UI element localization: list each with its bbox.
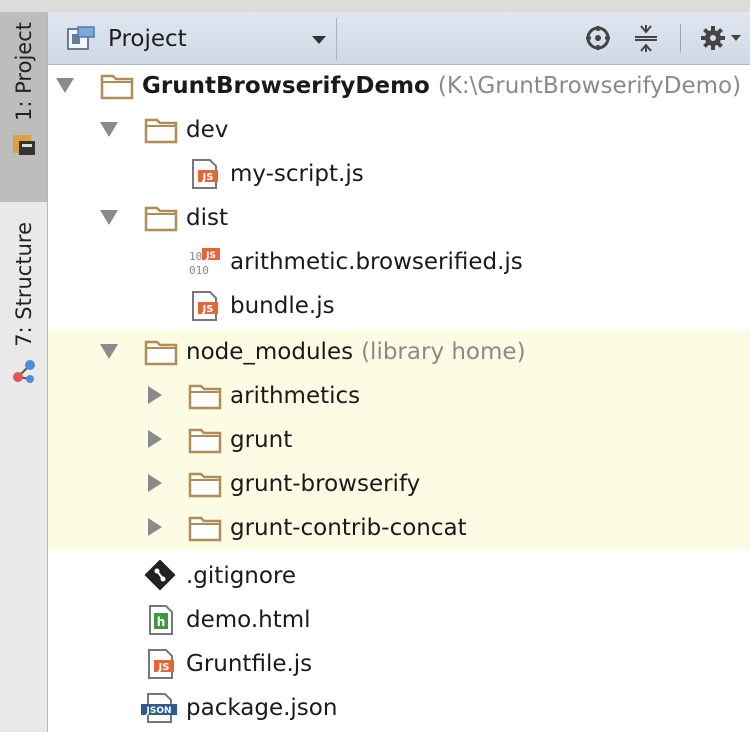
svg-text:JS: JS (202, 172, 214, 183)
tree-node-node-modules[interactable]: node_modules (library home) (48, 330, 750, 374)
view-selector[interactable]: Project (56, 18, 337, 60)
crosshair-icon (586, 26, 610, 50)
window-top-strip (0, 0, 750, 12)
js-file-icon: JS (148, 649, 174, 679)
tree-node-label: Gruntfile.js (186, 651, 313, 677)
tool-window-stripe: 1: Project 7: Structure (0, 12, 48, 732)
collapse-all-icon (635, 25, 657, 52)
tree-node-label: package.json (186, 695, 338, 721)
tree-node-label: node_modules (library home) (186, 336, 526, 368)
tree-node-package-json[interactable]: JSON package.json (48, 686, 750, 730)
folder-icon (100, 74, 134, 100)
tree-node-label: my-script.js (230, 161, 364, 187)
tree-node-label: GruntBrowserifyDemo (K:\GruntBrowserifyDe… (142, 70, 741, 102)
tree-node-label: dist (186, 205, 228, 231)
tree-node-dist[interactable]: dist (48, 196, 750, 240)
tree-node-label: arithmetic.browserified.js (230, 249, 523, 275)
expand-arrow-icon[interactable] (56, 78, 74, 93)
structure-icon (12, 359, 35, 383)
tree-node-label: grunt (230, 427, 293, 453)
tree-node-bundle[interactable]: JS bundle.js (48, 284, 750, 328)
tree-node-arithmetic-browserified[interactable]: 10 010 JS arithmetic.browserified.js (48, 240, 750, 284)
node-modules-name: node_modules (186, 339, 354, 365)
folder-icon (144, 206, 178, 232)
tree-node-demo-html[interactable]: h demo.html (48, 598, 750, 642)
collapsed-arrow-icon[interactable] (148, 430, 162, 448)
tree-node-grunt-contrib-concat[interactable]: grunt-contrib-concat (48, 506, 750, 550)
view-selector-label: Project (108, 26, 187, 52)
folder-icon (188, 384, 222, 410)
svg-text:JSON: JSON (145, 706, 171, 716)
tree-node-label: .gitignore (186, 563, 297, 589)
svg-text:JS: JS (205, 251, 216, 261)
expand-arrow-icon[interactable] (100, 122, 118, 137)
svg-text:JS: JS (158, 662, 170, 673)
svg-text:10: 10 (189, 250, 202, 263)
project-view-icon (67, 26, 95, 50)
tree-node-label: bundle.js (230, 293, 335, 319)
svg-text:010: 010 (189, 264, 209, 277)
collapse-all-button[interactable] (630, 22, 662, 54)
tree-node-grunt-browserify[interactable]: grunt-browserify (48, 462, 750, 506)
toolbar-divider (680, 24, 681, 52)
svg-text:JS: JS (202, 304, 214, 315)
json-file-icon: JSON (141, 693, 177, 723)
folder-icon (188, 516, 222, 542)
tree-node-gruntfile[interactable]: JS Gruntfile.js (48, 642, 750, 686)
settings-button[interactable] (696, 22, 744, 54)
locate-button[interactable] (582, 22, 614, 54)
tab-structure[interactable]: 7: Structure (0, 222, 47, 412)
tree-node-grunt[interactable]: grunt (48, 418, 750, 462)
expand-arrow-icon[interactable] (100, 344, 118, 359)
js-file-icon: JS (192, 291, 218, 321)
folder-icon (188, 472, 222, 498)
tree-node-dev[interactable]: dev (48, 108, 750, 152)
collapsed-arrow-icon[interactable] (148, 474, 162, 492)
project-toolbar: Project (48, 12, 750, 65)
gear-icon (701, 26, 725, 50)
tree-node-label: demo.html (186, 607, 311, 633)
tree-node-my-script[interactable]: JS my-script.js (48, 152, 750, 196)
root-name: GruntBrowserifyDemo (142, 73, 430, 99)
library-home-hint: (library home) (361, 339, 526, 365)
settings-chevron-down-icon (731, 35, 741, 41)
js-file-icon: JS (192, 159, 218, 189)
folder-icon (188, 428, 222, 454)
tab-project[interactable]: 1: Project (0, 12, 47, 202)
collapsed-arrow-icon[interactable] (148, 518, 162, 536)
binary-js-file-icon: 10 010 JS (189, 248, 220, 277)
html-file-icon: h (149, 605, 173, 635)
tab-structure-label: 7: Structure (11, 222, 36, 347)
tree-node-label: dev (186, 117, 229, 143)
collapsed-arrow-icon[interactable] (148, 386, 162, 404)
svg-text:h: h (157, 615, 166, 629)
expand-arrow-icon[interactable] (100, 210, 118, 225)
tree-node-label: arithmetics (230, 383, 361, 409)
folder-icon (144, 118, 178, 144)
tree-node-root[interactable]: GruntBrowserifyDemo (K:\GruntBrowserifyDe… (48, 64, 750, 108)
folder-icon (144, 340, 178, 366)
root-path-hint: (K:\GruntBrowserifyDemo) (437, 73, 742, 99)
project-tree: GruntBrowserifyDemo (K:\GruntBrowserifyDe… (48, 64, 750, 732)
project-icon (12, 134, 35, 155)
chevron-down-icon (312, 36, 326, 44)
tree-node-label: grunt-contrib-concat (230, 515, 467, 541)
tree-node-arithmetics[interactable]: arithmetics (48, 374, 750, 418)
git-file-icon (144, 560, 176, 591)
tree-node-label: grunt-browserify (230, 471, 421, 497)
tree-node-gitignore[interactable]: .gitignore (48, 554, 750, 598)
tab-project-label: 1: Project (11, 22, 36, 121)
